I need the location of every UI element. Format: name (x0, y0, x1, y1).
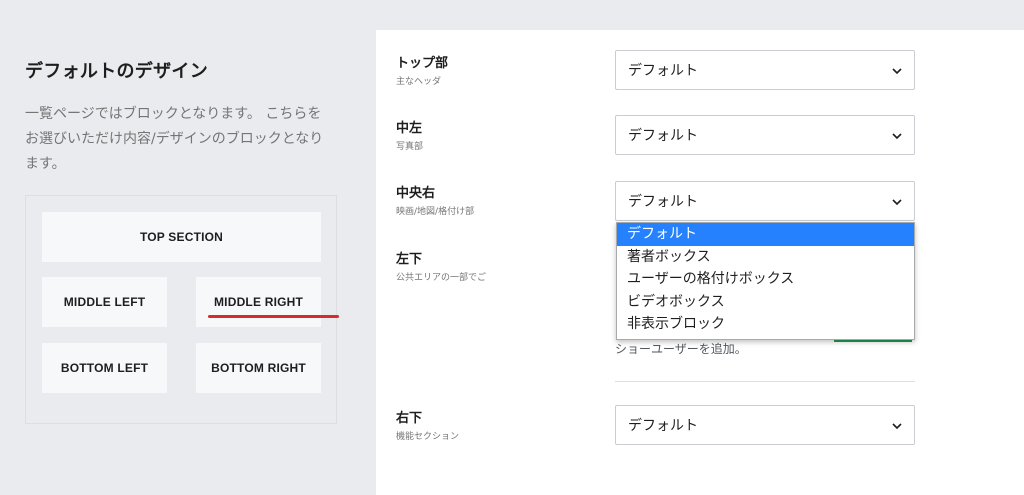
select-value: デフォルト (628, 128, 698, 144)
section-divider (615, 381, 915, 382)
row-subtitle: 主なヘッダ (396, 77, 442, 87)
block-middle-right: MIDDLE RIGHT (196, 277, 321, 327)
select-middle-left[interactable]: デフォルト (615, 115, 915, 155)
block-top-section: TOP SECTION (42, 212, 321, 262)
design-preview-panel: デフォルトのデザイン 一覧ページではブロックとなります。 こちらをお選びいただけ… (0, 0, 376, 495)
row-bottom-left-label: 左下 公共エリアの一部でご (396, 248, 486, 283)
option-default[interactable]: デフォルト (617, 223, 914, 246)
select-middle-right-options: デフォルト 著者ボックス ユーザーの格付けボックス ビデオボックス 非表示ブロッ… (616, 222, 915, 340)
select-bottom-right[interactable]: デフォルト (615, 405, 915, 445)
block-bottom-left: BOTTOM LEFT (42, 343, 167, 393)
panel-description: 一覧ページではブロックとなります。 こちらをお選びいただけ内容/デザインのブロッ… (25, 106, 324, 172)
select-value: デフォルト (628, 418, 698, 434)
annotation-underline-middle-right-block (208, 315, 339, 318)
settings-panel: トップ部 主なヘッダ デフォルト 中左 写真部 デフォルト 中央右 映画/地図/… (376, 30, 1024, 495)
row-middle-right-label: 中央右 映画/地図/格付け部 (396, 182, 474, 217)
layout-preview: TOP SECTION MIDDLE LEFT MIDDLE RIGHT BOT… (25, 195, 337, 424)
row-title: トップ部 (396, 56, 449, 71)
panel-title: デフォルトのデザイン (25, 61, 208, 82)
block-middle-left: MIDDLE LEFT (42, 277, 167, 327)
row-title: 中央右 (396, 186, 436, 201)
row-subtitle: 映画/地図/格付け部 (396, 207, 475, 217)
chevron-down-icon (892, 423, 902, 430)
select-value: デフォルト (628, 194, 698, 210)
row-subtitle: 機能セクション (396, 432, 460, 442)
chevron-down-icon (892, 199, 902, 206)
chevron-down-icon (892, 68, 902, 75)
select-top-section[interactable]: デフォルト (615, 50, 915, 90)
row-title: 右下 (396, 411, 423, 426)
option-author-box[interactable]: 著者ボックス (617, 246, 914, 269)
row-bottom-right-label: 右下 機能セクション (396, 407, 459, 442)
help-text: ショーユーザーを追加。 (615, 342, 747, 356)
row-title: 中左 (396, 121, 423, 136)
row-title: 左下 (396, 252, 423, 267)
select-value: デフォルト (628, 63, 698, 79)
select-middle-right[interactable]: デフォルト (615, 181, 915, 221)
row-subtitle: 写真部 (396, 142, 424, 152)
option-user-rating-box[interactable]: ユーザーの格付けボックス (617, 268, 914, 291)
row-top-label: トップ部 主なヘッダ (396, 52, 448, 87)
block-bottom-right: BOTTOM RIGHT (196, 343, 321, 393)
option-video-box[interactable]: ビデオボックス (617, 291, 914, 314)
option-hidden-block[interactable]: 非表示ブロック (617, 313, 914, 336)
chevron-down-icon (892, 133, 902, 140)
row-subtitle: 公共エリアの一部でご (396, 273, 487, 283)
row-middle-left-label: 中左 写真部 (396, 117, 423, 152)
